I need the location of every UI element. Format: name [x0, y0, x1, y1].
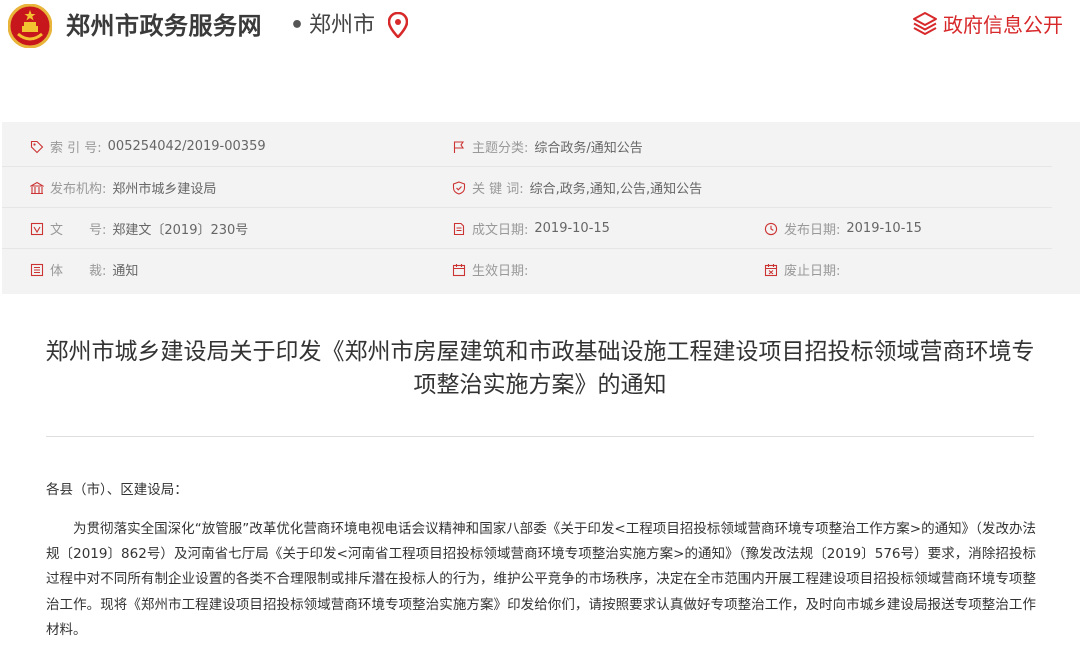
calendar-icon [452, 263, 466, 276]
index-number-label: 索 引 号: [50, 141, 102, 156]
site-name[interactable]: 郑州市政务服务网 [66, 11, 262, 41]
layers-icon[interactable] [912, 11, 938, 35]
keywords-value: 综合,政务,通知,公告,通知公告 [529, 182, 703, 197]
published-date-label: 发布日期: [784, 223, 841, 238]
category-field: 主题分类: 综合政务/通知公告 [452, 126, 643, 167]
effective-date-field: 生效日期: [452, 249, 534, 290]
spacer-band [0, 76, 1080, 122]
expiry-date-field: 废止日期: [764, 249, 846, 290]
national-emblem-icon[interactable] [8, 4, 52, 48]
title-divider [46, 436, 1034, 437]
index-number-value: 005254042/2019-00359 [107, 139, 266, 154]
list-icon [30, 263, 44, 276]
article-paragraph: 为贯彻落实全国深化“放管服”改革优化营商环境电视电话会议精神和国家八部委《关于印… [46, 521, 1036, 638]
index-number-field: 索 引 号: 005254042/2019-00359 [30, 126, 266, 167]
keywords-label: 关 键 词: [472, 182, 524, 197]
metadata-row: 体 裁: 通知 生效日期: 废止日期: [2, 249, 1080, 290]
created-date-label: 成文日期: [472, 223, 529, 238]
issuer-field: 发布机构: 郑州市城乡建设局 [30, 167, 216, 208]
created-date-value: 2019-10-15 [534, 221, 610, 236]
metadata-row: 发布机构: 郑州市城乡建设局 关 键 词: 综合,政务,通知,公告,通知公告 [2, 167, 1080, 208]
article-title: 郑州市城乡建设局关于印发《郑州市房屋建筑和市政基础设施工程建设项目招投标领域营商… [45, 339, 1035, 398]
clock-icon [764, 222, 778, 235]
issuer-label: 发布机构: [50, 182, 107, 197]
published-date-value: 2019-10-15 [846, 221, 922, 236]
location-pin-icon[interactable] [388, 12, 408, 38]
issuer-value: 郑州市城乡建设局 [112, 182, 217, 197]
city-selector[interactable]: 郑州市 [309, 11, 375, 41]
flag-icon [453, 140, 465, 153]
document-number-label: 文 号: [50, 223, 107, 238]
genre-label: 体 裁: [50, 264, 107, 279]
genre-field: 体 裁: 通知 [30, 249, 138, 290]
effective-date-label: 生效日期: [472, 264, 529, 279]
document-icon [453, 222, 465, 235]
expiry-date-label: 废止日期: [784, 264, 841, 279]
calendar-x-icon [764, 263, 778, 276]
published-date-field: 发布日期: 2019-10-15 [764, 208, 922, 249]
separator-dot: • [290, 13, 305, 38]
genre-value: 通知 [112, 264, 139, 279]
tag-icon [30, 140, 44, 153]
site-header: 郑州市政务服务网 • 郑州市 政府信息公开 [0, 0, 1080, 76]
document-number-value: 郑建文〔2019〕230号 [112, 223, 249, 238]
gov-info-link[interactable]: 政府信息公开 [943, 11, 1063, 39]
category-label: 主题分类: [472, 141, 529, 156]
keywords-field: 关 键 词: 综合,政务,通知,公告,通知公告 [452, 167, 702, 208]
metadata-row: 索 引 号: 005254042/2019-00359 主题分类: 综合政务/通… [2, 126, 1080, 167]
document-text-icon [30, 222, 44, 235]
article-addressee: 各县（市）、区建设局： [46, 482, 188, 498]
created-date-field: 成文日期: 2019-10-15 [452, 208, 610, 249]
metadata-row: 文 号: 郑建文〔2019〕230号 成文日期: 2019-10-15 发布日期… [2, 208, 1080, 249]
category-value: 综合政务/通知公告 [534, 141, 643, 156]
building-icon [30, 181, 44, 194]
document-metadata-panel: 索 引 号: 005254042/2019-00359 主题分类: 综合政务/通… [2, 122, 1080, 294]
shield-check-icon [452, 180, 466, 195]
document-number-field: 文 号: 郑建文〔2019〕230号 [30, 208, 248, 249]
